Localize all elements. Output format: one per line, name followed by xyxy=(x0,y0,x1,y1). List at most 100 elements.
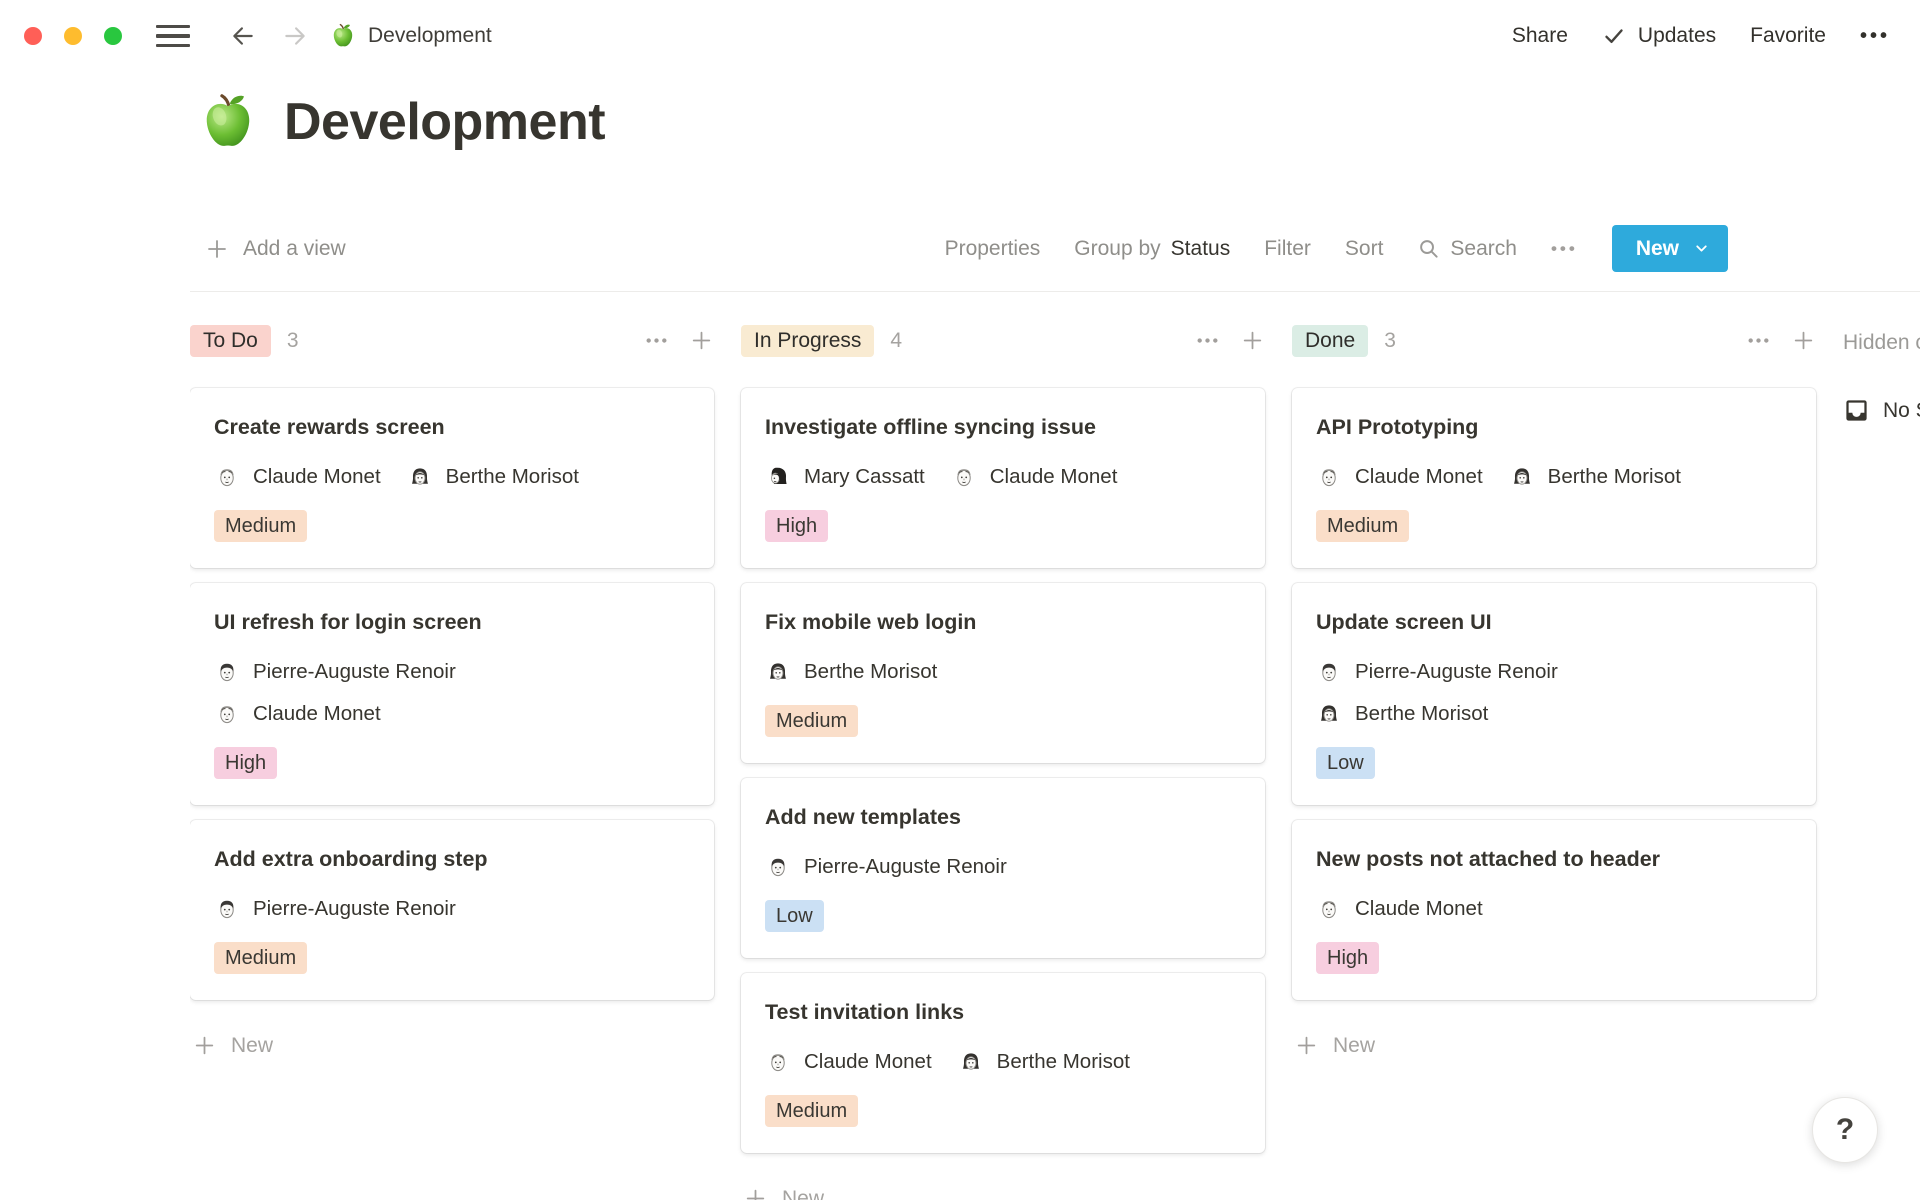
column-actions xyxy=(1195,328,1265,353)
new-card-button[interactable]: New xyxy=(1292,1033,1816,1058)
priority-badge: Medium xyxy=(214,942,307,974)
chevron-down-icon[interactable] xyxy=(1693,240,1710,257)
assignee: Claude Monet xyxy=(765,1047,932,1077)
assignee: Claude Monet xyxy=(951,462,1118,492)
cassatt-avatar xyxy=(765,464,791,490)
search-button[interactable]: Search xyxy=(1417,237,1517,261)
card-assignees: Claude MonetBerthe Morisot xyxy=(765,1047,1241,1077)
filter-button[interactable]: Filter xyxy=(1264,237,1311,261)
kanban-card[interactable]: Fix mobile web login Berthe Morisot Medium xyxy=(741,583,1265,763)
kanban-card[interactable]: UI refresh for login screenPierre-August… xyxy=(190,583,714,805)
card-assignees: Claude Monet Berthe Morisot xyxy=(214,462,690,492)
kanban-card[interactable]: Investigate offline syncing issueMary Ca… xyxy=(741,388,1265,568)
new-card-label: New xyxy=(231,1034,273,1058)
card-title: Add new templates xyxy=(765,802,1241,832)
share-button[interactable]: Share xyxy=(1512,24,1568,48)
sort-button[interactable]: Sort xyxy=(1345,237,1384,261)
group-by-button[interactable]: Group by Status xyxy=(1074,237,1230,261)
kanban-card[interactable]: Update screen UIPierre-Auguste RenoirBer… xyxy=(1292,583,1816,805)
card-assignees: Pierre-Auguste Renoir xyxy=(214,894,690,924)
board-column: Done3API PrototypingClaude MonetBerthe M… xyxy=(1292,323,1816,1200)
column-status-badge[interactable]: Done xyxy=(1292,325,1368,357)
column-actions xyxy=(1746,328,1816,353)
column-header: In Progress 4 xyxy=(741,323,1265,358)
assignee: Berthe Morisot xyxy=(1316,699,1792,729)
assignee-name: Pierre-Auguste Renoir xyxy=(804,852,1007,882)
toolbar-divider xyxy=(190,291,1920,292)
window-controls xyxy=(24,27,122,45)
hidden-column: Hidden columns No Status xyxy=(1843,323,1920,1200)
kanban-card[interactable]: API Prototyping Claude Monet Berthe Moriso… xyxy=(1292,388,1816,568)
assignee-name: Berthe Morisot xyxy=(446,462,579,492)
green-apple-icon[interactable] xyxy=(198,92,258,152)
card-title: Test invitation links xyxy=(765,997,1241,1027)
morisot-avatar xyxy=(958,1049,984,1075)
card-assignees: Berthe Morisot xyxy=(765,657,1241,687)
kanban-card[interactable]: Add extra onboarding stepPierre-Auguste … xyxy=(190,820,714,1000)
sidebar-menu-icon[interactable] xyxy=(156,25,190,47)
help-button[interactable]: ? xyxy=(1812,1097,1878,1163)
inbox-icon xyxy=(1843,397,1870,424)
page-title[interactable]: Development xyxy=(284,92,605,152)
more-options-icon[interactable]: ••• xyxy=(1860,25,1890,48)
morisot-avatar xyxy=(765,659,791,685)
assignee-name: Pierre-Auguste Renoir xyxy=(253,894,456,924)
priority-badge: Medium xyxy=(765,705,858,737)
assignee-name: Mary Cassatt xyxy=(804,462,925,492)
column-status-badge[interactable]: To Do xyxy=(190,325,271,357)
column-add-icon[interactable] xyxy=(689,328,714,353)
assignee-name: Claude Monet xyxy=(253,462,381,492)
close-window-button[interactable] xyxy=(24,27,42,45)
favorite-button[interactable]: Favorite xyxy=(1750,24,1826,48)
kanban-card[interactable]: New posts not attached to header Claude M… xyxy=(1292,820,1816,1000)
renoir-avatar xyxy=(765,854,791,880)
column-count: 4 xyxy=(890,329,902,353)
assignee-name: Claude Monet xyxy=(1355,894,1483,924)
column-more-icon[interactable] xyxy=(1195,328,1220,353)
view-more-icon[interactable]: ••• xyxy=(1551,239,1578,259)
column-more-icon[interactable] xyxy=(1746,328,1771,353)
new-button[interactable]: New xyxy=(1612,225,1728,272)
assignee-name: Claude Monet xyxy=(1355,462,1483,492)
search-icon xyxy=(1417,237,1440,260)
monet-avatar xyxy=(214,701,240,727)
column-more-icon[interactable] xyxy=(644,328,669,353)
kanban-card[interactable]: Add new templatesPierre-Auguste RenoirLo… xyxy=(741,778,1265,958)
back-arrow-icon[interactable] xyxy=(228,23,258,49)
card-assignees: Claude Monet xyxy=(1316,894,1792,924)
priority-badge: Low xyxy=(1316,747,1375,779)
assignee-name: Claude Monet xyxy=(253,699,381,729)
assignee: Claude Monet xyxy=(214,699,690,729)
properties-button[interactable]: Properties xyxy=(945,237,1041,261)
monet-avatar xyxy=(765,1049,791,1075)
check-icon xyxy=(1602,24,1626,48)
hidden-column-no-status[interactable]: No Status xyxy=(1843,397,1920,424)
zoom-window-button[interactable] xyxy=(104,27,122,45)
add-view-button[interactable]: Add a view xyxy=(205,225,346,272)
green-apple-icon xyxy=(330,23,356,49)
card-title: New posts not attached to header xyxy=(1316,844,1792,874)
priority-badge: High xyxy=(765,510,828,542)
forward-arrow-icon[interactable] xyxy=(280,23,310,49)
minimize-window-button[interactable] xyxy=(64,27,82,45)
hidden-item-label: No Status xyxy=(1883,399,1920,423)
card-assignees: Pierre-Auguste RenoirClaude Monet xyxy=(214,657,690,729)
updates-button[interactable]: Updates xyxy=(1602,24,1716,48)
renoir-avatar xyxy=(1316,659,1342,685)
column-add-icon[interactable] xyxy=(1791,328,1816,353)
assignee-name: Claude Monet xyxy=(804,1047,932,1077)
column-status-badge[interactable]: In Progress xyxy=(741,325,874,357)
new-card-button[interactable]: New xyxy=(741,1186,1265,1200)
assignee-name: Pierre-Auguste Renoir xyxy=(1355,657,1558,687)
card-title: API Prototyping xyxy=(1316,412,1792,442)
new-card-button[interactable]: New xyxy=(190,1033,714,1058)
column-header: To Do3 xyxy=(190,323,714,358)
card-title: Fix mobile web login xyxy=(765,607,1241,637)
plus-icon xyxy=(205,237,229,261)
kanban-card[interactable]: Create rewards screenClaude MonetBerthe … xyxy=(190,388,714,568)
assignee: Pierre-Auguste Renoir xyxy=(214,894,456,924)
hidden-columns-label[interactable]: Hidden columns xyxy=(1843,328,1920,358)
column-add-icon[interactable] xyxy=(1240,328,1265,353)
assignee-name: Berthe Morisot xyxy=(1548,462,1681,492)
kanban-card[interactable]: Test invitation links Claude MonetBerthe … xyxy=(741,973,1265,1153)
